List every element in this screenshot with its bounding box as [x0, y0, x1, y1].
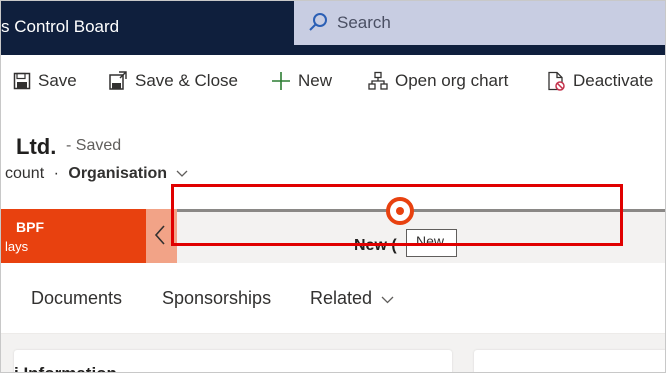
form-section-card: i Information — [14, 350, 452, 372]
search-placeholder: Search — [337, 13, 391, 32]
record-name: Ltd. — [16, 134, 57, 159]
app-window: s Control Board Search Save Save & Close — [0, 0, 666, 373]
save-button[interactable]: Save — [13, 71, 77, 91]
new-label: New — [298, 71, 333, 90]
process-name: BPF — [16, 219, 44, 235]
app-title[interactable]: s Control Board — [1, 17, 119, 37]
deactivate-button[interactable]: Deactivate — [546, 71, 653, 91]
org-chart-icon — [368, 71, 388, 91]
save-close-label: Save & Close — [135, 71, 238, 90]
process-progress-line — [177, 209, 665, 212]
tab-documents[interactable]: Documents — [31, 288, 122, 309]
save-label: Save — [38, 71, 77, 90]
tab-related[interactable]: Related — [310, 288, 394, 309]
form-side-card — [474, 350, 665, 372]
new-button[interactable]: New — [271, 71, 332, 91]
save-status: - Saved — [66, 137, 122, 154]
save-close-button[interactable]: Save & Close — [108, 71, 238, 91]
chevron-down-icon — [172, 165, 188, 182]
open-org-chart-button[interactable]: Open org chart — [368, 71, 508, 91]
tab-sponsorships[interactable]: Sponsorships — [162, 288, 271, 309]
top-nav-bar: s Control Board Search — [1, 1, 665, 55]
search-icon — [308, 12, 328, 37]
active-process-stage[interactable]: BPF lays — [1, 209, 146, 263]
process-duration: lays — [5, 239, 29, 254]
open-org-chart-label: Open org chart — [395, 71, 509, 90]
deactivate-icon — [546, 71, 566, 91]
form-name: Organisation — [68, 165, 168, 182]
section-title: i Information — [14, 364, 117, 372]
stage-label-text: New — [354, 237, 387, 254]
entity-name: count — [5, 165, 45, 182]
previous-stage-button[interactable] — [146, 209, 177, 263]
command-bar: Save Save & Close New Open org chart Dea… — [1, 55, 665, 111]
chevron-down-icon — [377, 288, 394, 308]
form-selector[interactable]: Organisation — [68, 165, 187, 182]
deactivate-label: Deactivate — [573, 71, 654, 90]
save-icon — [13, 72, 31, 90]
stage-label[interactable]: New ( — [354, 237, 397, 255]
stage-tooltip: New — [406, 229, 457, 257]
tab-related-label: Related — [310, 288, 373, 308]
plus-icon — [271, 71, 291, 91]
record-subtitle: count · Organisation — [5, 165, 188, 183]
stage-marker-new[interactable] — [386, 197, 414, 225]
stage-label-suffix: ( — [391, 237, 397, 254]
save-close-icon — [108, 71, 128, 91]
subtitle-separator: · — [53, 165, 59, 182]
search-box[interactable]: Search — [294, 1, 665, 45]
